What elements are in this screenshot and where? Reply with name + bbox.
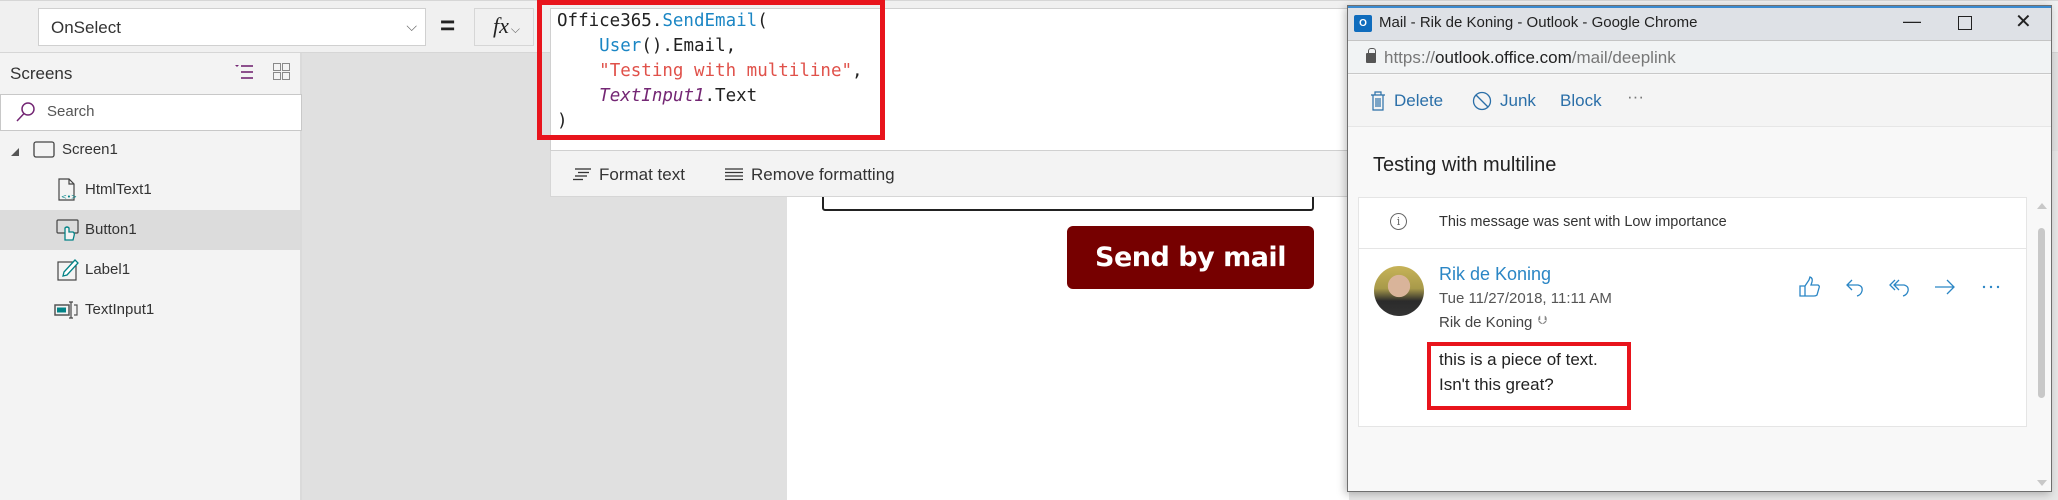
like-icon[interactable] <box>1799 276 1821 298</box>
format-text-icon <box>573 168 591 181</box>
junk-button[interactable]: Junk <box>1472 91 1536 111</box>
url-scheme: https:// <box>1384 48 1436 67</box>
lock-icon <box>1366 48 1376 63</box>
remove-formatting-label: Remove formatting <box>751 165 895 184</box>
info-icon: i <box>1390 213 1407 230</box>
forward-icon[interactable] <box>1934 276 1956 298</box>
tree-item-textinput1[interactable]: TextInput1 <box>0 290 300 330</box>
scroll-up-arrow[interactable] <box>2037 203 2047 209</box>
expand-recipients-icon[interactable]: ⮋ <box>1538 313 1547 328</box>
more-options-icon[interactable] <box>1980 276 2002 298</box>
tree-item-htmltext1[interactable]: <•> HtmlText1 <box>0 170 300 210</box>
thumbnail-view-icon[interactable] <box>273 63 290 80</box>
outlook-logo-icon: O <box>1354 15 1372 32</box>
block-button[interactable]: Block <box>1560 91 1602 111</box>
email-date: Tue 11/27/2018, 11:11 AM <box>1439 290 1612 307</box>
importance-info-text: This message was sent with Low importanc… <box>1439 214 1727 230</box>
panel-title: Screens <box>10 64 73 83</box>
chevron-down-icon: ⌵ <box>406 18 417 34</box>
email-body-line: Isn't this great? <box>1439 375 1554 394</box>
junk-label: Junk <box>1500 91 1536 110</box>
equals-sign: = <box>440 10 456 40</box>
format-text-button[interactable]: Format text <box>573 165 685 185</box>
email-body-line: this is a piece of text. <box>1439 350 1598 369</box>
property-dropdown[interactable]: OnSelect ⌵ <box>38 8 426 46</box>
format-text-label: Format text <box>599 165 685 184</box>
close-button[interactable]: ✕ <box>2015 9 2032 34</box>
sender-name[interactable]: Rik de Koning <box>1439 264 1551 285</box>
screen-icon <box>33 139 57 163</box>
minimize-button[interactable]: — <box>1903 11 1921 32</box>
scroll-down-arrow[interactable] <box>2037 480 2047 486</box>
tree-item-label: Label1 <box>85 261 131 278</box>
send-by-mail-button[interactable]: Send by mail <box>1067 226 1314 289</box>
url-domain: outlook.office.com <box>1435 48 1572 67</box>
more-icon: ··· <box>1627 87 1644 106</box>
more-actions-button[interactable]: ··· <box>1627 87 1644 107</box>
block-label: Block <box>1560 91 1602 110</box>
remove-formatting-icon <box>725 168 743 181</box>
tree-item-label1[interactable]: Label1 <box>0 250 300 290</box>
reply-all-icon[interactable] <box>1889 276 1911 298</box>
format-toolbar: Format text Remove formatting <box>550 151 1350 197</box>
expand-triangle-icon[interactable] <box>10 144 20 156</box>
maximize-button[interactable] <box>1958 16 1972 30</box>
svg-text:<•>: <•> <box>61 193 77 201</box>
tree-view-icon[interactable] <box>234 63 254 81</box>
reply-icon[interactable] <box>1845 276 1867 298</box>
button-icon <box>56 218 80 242</box>
search-icon <box>16 102 35 122</box>
trash-icon <box>1371 91 1385 111</box>
fx-icon: fx <box>493 13 509 38</box>
email-recipient: Rik de Koning <box>1439 314 1533 331</box>
url-path: /mail/deeplink <box>1571 48 1676 67</box>
label-icon <box>56 258 80 282</box>
property-value: OnSelect <box>51 18 121 37</box>
url-text[interactable]: https://outlook.office.com/mail/deeplink <box>1384 48 1676 68</box>
tree-item-label: TextInput1 <box>85 301 155 318</box>
tree-item-screen1[interactable]: Screen1 <box>0 130 300 170</box>
scrollbar-thumb[interactable] <box>2038 228 2045 398</box>
mail-command-bar <box>1348 75 2051 127</box>
remove-formatting-button[interactable]: Remove formatting <box>725 165 895 185</box>
search-placeholder: Search <box>47 103 95 120</box>
email-subject: Testing with multiline <box>1373 154 1557 176</box>
tree-item-label: HtmlText1 <box>85 181 152 198</box>
window-title: Mail - Rik de Koning - Outlook - Google … <box>1379 14 1698 31</box>
delete-label: Delete <box>1394 91 1444 110</box>
fx-button[interactable]: fx ⌵ <box>474 8 534 46</box>
delete-button[interactable]: Delete <box>1370 91 1443 111</box>
tree-item-button1[interactable]: Button1 <box>0 210 300 250</box>
sender-avatar[interactable] <box>1374 266 1424 316</box>
annotation-highlight-formula <box>537 0 885 140</box>
text-input-icon <box>54 298 78 322</box>
html-text-icon: <•> <box>56 178 80 202</box>
block-circle-icon <box>1472 91 1492 111</box>
search-input[interactable] <box>0 94 302 131</box>
chevron-down-icon: ⌵ <box>510 22 520 36</box>
tree-item-label: Screen1 <box>62 141 118 158</box>
tree-item-label: Button1 <box>85 221 137 238</box>
